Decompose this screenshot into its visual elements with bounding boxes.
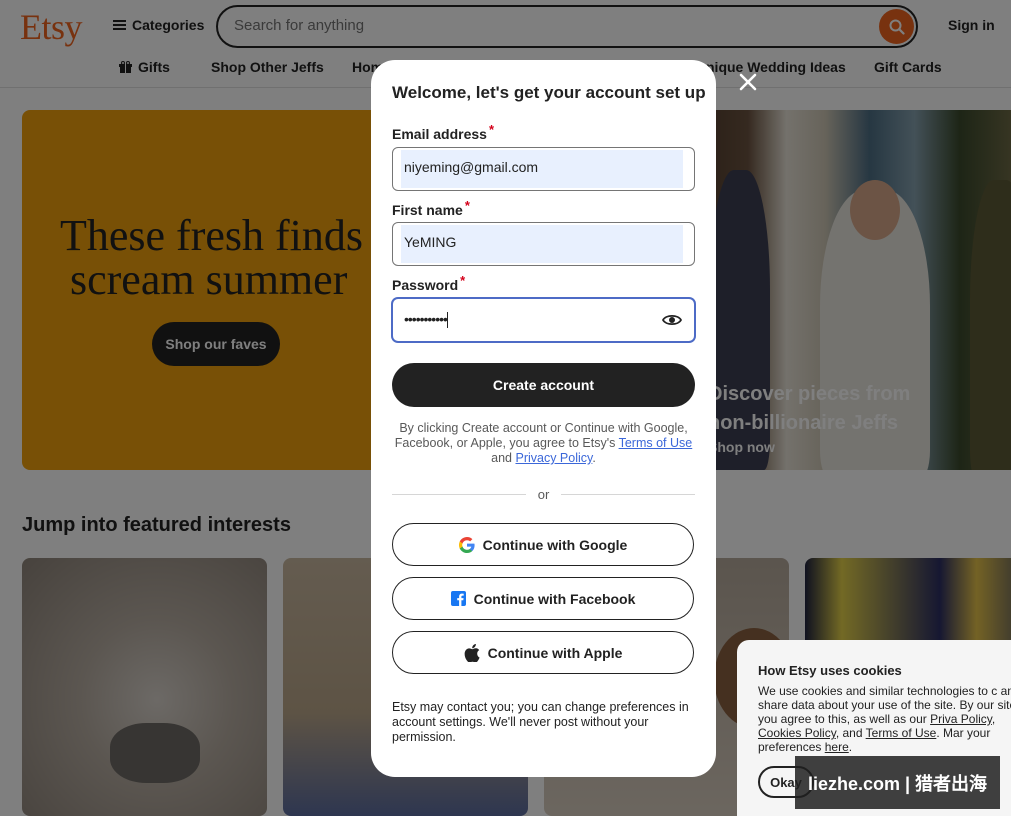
cookie-terms-link[interactable]: Terms of Use (866, 726, 937, 740)
continue-with-facebook-button[interactable]: Continue with Facebook (392, 577, 694, 620)
close-icon (739, 73, 757, 91)
contact-note: Etsy may contact you; you can change pre… (392, 700, 689, 744)
facebook-icon (450, 591, 466, 606)
cookie-text: We use cookies and similar technologies … (758, 684, 1011, 754)
facebook-button-label: Continue with Facebook (473, 590, 636, 607)
password-input[interactable]: ••••••••••• (404, 311, 448, 329)
apple-icon (464, 643, 480, 662)
email-label: Email address * (392, 122, 494, 142)
apple-button-label: Continue with Apple (487, 644, 623, 661)
cookie-cookies-link[interactable]: Cookies Policy (758, 726, 836, 740)
terms-text: By clicking Create account or Continue w… (394, 421, 693, 465)
required-mark: * (460, 273, 466, 288)
google-icon (458, 536, 475, 553)
first-name-field[interactable] (392, 222, 695, 266)
eye-icon[interactable] (662, 312, 682, 328)
create-account-button[interactable]: Create account (392, 363, 695, 407)
cookie-title: How Etsy uses cookies (758, 663, 902, 678)
required-mark: * (488, 122, 494, 137)
google-button-label: Continue with Google (482, 536, 628, 553)
close-modal-button[interactable] (736, 70, 760, 94)
email-field[interactable] (392, 147, 695, 191)
continue-with-apple-button[interactable]: Continue with Apple (392, 631, 694, 674)
first-name-input[interactable] (404, 234, 654, 250)
signup-modal: Welcome, let's get your account set up E… (371, 60, 716, 777)
privacy-policy-link[interactable]: Privacy Policy (515, 451, 592, 465)
terms-of-use-link[interactable]: Terms of Use (619, 436, 693, 450)
cookie-privacy-link[interactable]: Priva Policy (930, 712, 992, 726)
email-input[interactable] (404, 159, 654, 175)
first-name-label: First name * (392, 198, 470, 218)
continue-with-google-button[interactable]: Continue with Google (392, 523, 694, 566)
required-mark: * (464, 198, 470, 213)
password-label: Password * (392, 273, 466, 293)
or-divider: or (392, 486, 695, 502)
modal-title: Welcome, let's get your account set up (392, 83, 706, 102)
password-field[interactable]: ••••••••••• (392, 298, 695, 342)
watermark: liezhe.com | 猎者出海 (795, 756, 1000, 809)
cookie-here-link[interactable]: here (825, 740, 849, 754)
